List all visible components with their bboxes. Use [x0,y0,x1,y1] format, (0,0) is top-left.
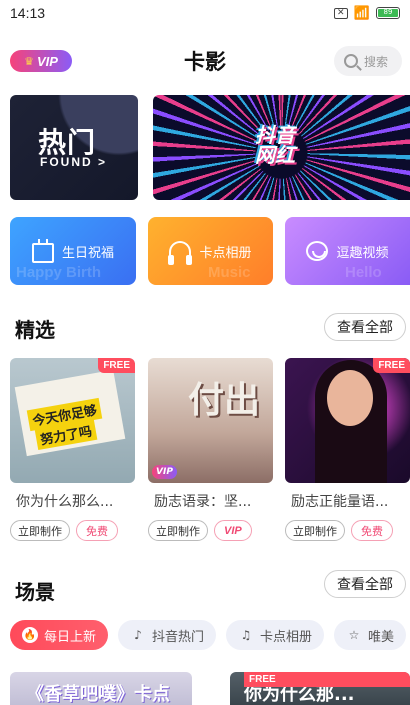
search-input[interactable]: 搜索 [334,46,402,76]
star-icon: ☆ [348,628,360,642]
template-card[interactable]: 今天你足够 努力了吗 FREE 你为什么那么... 立即制作 免费 [10,358,135,541]
flame-icon: 🔥 [22,627,38,643]
template-title: 你为什么那么... [16,494,114,510]
banner-douyin-logo: 抖音 网红 [255,125,295,165]
make-now-button[interactable]: 立即制作 [10,520,70,541]
tiktok-icon: ♪ [134,628,142,642]
smile-icon [306,241,329,261]
price-tag: 免费 [76,520,118,541]
wifi-icon: 📶 [353,5,370,21]
section-title-scenes: 场景 [15,580,55,604]
template-actions: 立即制作 免费 [10,520,135,541]
section-title-featured: 精选 [15,318,55,342]
chip-aesthetic[interactable]: ☆ 唯美 [334,620,407,650]
template-thumbnail[interactable]: 今天你足够 努力了吗 FREE [10,358,135,483]
vip-mini-badge: VIP [152,465,177,479]
make-now-button[interactable]: 立即制作 [148,520,208,541]
template-card[interactable]: FREE 励志正能量语... 立即制作 免费 [285,358,410,541]
chip-label: 每日上新 [44,629,97,645]
music-note-icon: ♫ [240,628,252,642]
template-actions: 立即制作 VIP [148,520,273,541]
quick-action-ghost-text: Hello [345,264,382,281]
free-badge: FREE [98,358,135,373]
scene-preview-text: 《香草吧噗》卡点 [26,684,170,705]
chip-label: 抖音热门 [152,629,205,645]
headphones-icon [168,241,193,265]
banner-hot-found[interactable]: 热门 FOUND > [10,95,138,200]
free-badge: FREE [373,358,410,373]
featured-view-all-button[interactable]: 查看全部 [324,313,406,341]
price-tag: 免费 [351,520,393,541]
thumbnail-face [327,370,373,426]
quick-action-ghost-text: Music [208,264,251,281]
search-icon [344,54,358,68]
chip-label: 卡点相册 [260,629,313,645]
app-header: ♛ VIP 卡影 搜索 [0,40,410,84]
quick-action-ghost-text: Happy Birth [16,264,102,281]
chip-douyin-hot[interactable]: ♪ 抖音热门 [118,620,217,650]
quick-action-label: 逗趣视频 [336,245,389,261]
template-thumbnail[interactable]: 付出 VIP [148,358,273,483]
quick-action-label: 卡点相册 [199,245,252,261]
quick-action-label: 生日祝福 [61,245,114,261]
chip-beat-album[interactable]: ♫ 卡点相册 [226,620,325,650]
price-tag: VIP [214,520,252,541]
banner-logo-line1: 抖音 [255,123,295,147]
thumbnail-overlay-text: 付出 [188,380,261,421]
template-card[interactable]: 付出 VIP 励志语录：坚... 立即制作 VIP [148,358,273,541]
quick-action-beat-album[interactable]: Music 卡点相册 [148,217,273,285]
calendar-icon [31,239,54,263]
notification-off-icon: ✕ [333,7,348,19]
free-badge: FREE [244,672,410,687]
scene-preview-card[interactable]: 你为什么那... FREE [230,672,410,705]
template-title: 励志正能量语... [291,494,389,510]
banner-douyin-influencer[interactable]: 抖音 网红 [153,95,410,200]
scene-chips: 🔥 每日上新 ♪ 抖音热门 ♫ 卡点相册 ☆ 唯美 [10,620,407,650]
scenes-view-all-button[interactable]: 查看全部 [324,570,406,598]
quick-action-birthday[interactable]: Happy Birth 生日祝福 [10,217,136,285]
status-icons: ✕ 📶 89 [333,5,400,21]
banner-hot-subtitle: FOUND > [40,155,108,169]
template-actions: 立即制作 免费 [285,520,410,541]
battery-icon: 89 [376,7,400,19]
scene-preview-card[interactable]: 《香草吧噗》卡点 [10,672,192,705]
search-placeholder: 搜索 [364,54,389,69]
template-thumbnail[interactable]: FREE [285,358,410,483]
status-bar: 14:13 ✕ 📶 89 [0,0,410,26]
status-time: 14:13 [10,5,46,21]
chip-daily-new[interactable]: 🔥 每日上新 [10,620,109,650]
chip-label: 唯美 [368,629,395,645]
make-now-button[interactable]: 立即制作 [285,520,345,541]
battery-level: 89 [378,9,398,17]
template-title: 励志语录：坚... [154,494,252,510]
quick-action-funny-video[interactable]: Hello 逗趣视频 [285,217,410,285]
banner-logo-line2: 网红 [255,143,295,167]
